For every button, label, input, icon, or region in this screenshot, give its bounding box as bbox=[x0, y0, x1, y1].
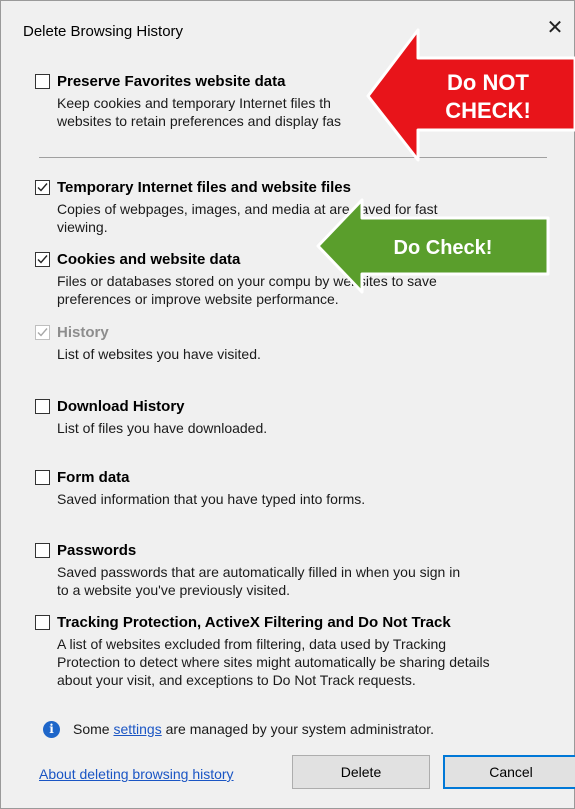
preserve-favorites-description-line: Keep cookies and temporary Internet file… bbox=[57, 95, 331, 111]
cancel-button[interactable]: Cancel bbox=[443, 755, 575, 789]
tracking-protection-description-line: Protection to detect where sites might a… bbox=[57, 654, 490, 670]
checkmark-icon bbox=[37, 255, 48, 264]
settings-link[interactable]: settings bbox=[113, 721, 161, 737]
form-data-description: Saved information that you have typed in… bbox=[57, 490, 562, 508]
temporary-files-description: Copies of webpages, images, and media at… bbox=[57, 200, 562, 236]
preserve-favorites-description: Keep cookies and temporary Internet file… bbox=[57, 94, 562, 130]
temporary-files-label: Temporary Internet files and website fil… bbox=[57, 179, 351, 196]
delete-button[interactable]: Delete bbox=[292, 755, 430, 789]
separator bbox=[39, 157, 547, 158]
history-checkbox bbox=[35, 325, 50, 340]
download-history-description-line: List of files you have downloaded. bbox=[57, 420, 268, 436]
history-label: History bbox=[57, 324, 109, 341]
cookies-description: Files or databases stored on your compu … bbox=[57, 272, 562, 308]
about-deleting-link[interactable]: About deleting browsing history bbox=[39, 766, 234, 782]
info-icon: i bbox=[43, 721, 60, 738]
download-history-description: List of files you have downloaded. bbox=[57, 419, 562, 437]
admin-notice-suffix: are managed by your system administrator… bbox=[161, 721, 435, 737]
tracking-protection-checkbox[interactable] bbox=[35, 615, 50, 630]
passwords-description-line: Saved passwords that are automatically f… bbox=[57, 564, 461, 580]
cookies-description-line: Files or databases stored on your compu … bbox=[57, 273, 437, 289]
preserve-favorites-description-line: websites to retain preferences and displ… bbox=[57, 113, 342, 129]
cookies-checkbox[interactable] bbox=[35, 252, 50, 267]
download-history-label: Download History bbox=[57, 398, 185, 415]
passwords-label: Passwords bbox=[57, 542, 137, 559]
admin-notice: Some settings are managed by your system… bbox=[73, 721, 434, 737]
tracking-protection-label: Tracking Protection, ActiveX Filtering a… bbox=[57, 614, 451, 631]
passwords-checkbox[interactable] bbox=[35, 543, 50, 558]
delete-browsing-history-dialog: Delete Browsing History ✕ Preserve Favor… bbox=[0, 0, 575, 809]
form-data-label: Form data bbox=[57, 469, 130, 486]
tracking-protection-description-line: about your visit, and exceptions to Do N… bbox=[57, 672, 416, 688]
checkmark-icon bbox=[37, 328, 48, 337]
temporary-files-checkbox[interactable] bbox=[35, 180, 50, 195]
download-history-checkbox[interactable] bbox=[35, 399, 50, 414]
admin-notice-prefix: Some bbox=[73, 721, 114, 737]
passwords-description: Saved passwords that are automatically f… bbox=[57, 563, 562, 599]
history-description: List of websites you have visited. bbox=[57, 345, 562, 363]
form-data-description-line: Saved information that you have typed in… bbox=[57, 491, 366, 507]
passwords-description-line: to a website you've previously visited. bbox=[57, 582, 291, 598]
temporary-files-description-line: viewing. bbox=[57, 219, 108, 235]
title-bar: Delete Browsing History ✕ bbox=[1, 1, 574, 45]
temporary-files-description-line: Copies of webpages, images, and media at… bbox=[57, 201, 438, 217]
close-icon[interactable]: ✕ bbox=[544, 17, 566, 39]
preserve-favorites-checkbox[interactable] bbox=[35, 74, 50, 89]
preserve-favorites-label: Preserve Favorites website data bbox=[57, 73, 286, 90]
tracking-protection-description: A list of websites excluded from filteri… bbox=[57, 635, 562, 689]
dialog-title: Delete Browsing History bbox=[23, 23, 184, 40]
form-data-checkbox[interactable] bbox=[35, 470, 50, 485]
history-description-line: List of websites you have visited. bbox=[57, 346, 261, 362]
checkmark-icon bbox=[37, 183, 48, 192]
cookies-description-line: preferences or improve website performan… bbox=[57, 291, 339, 307]
tracking-protection-description-line: A list of websites excluded from filteri… bbox=[57, 636, 447, 652]
cookies-label: Cookies and website data bbox=[57, 251, 241, 268]
